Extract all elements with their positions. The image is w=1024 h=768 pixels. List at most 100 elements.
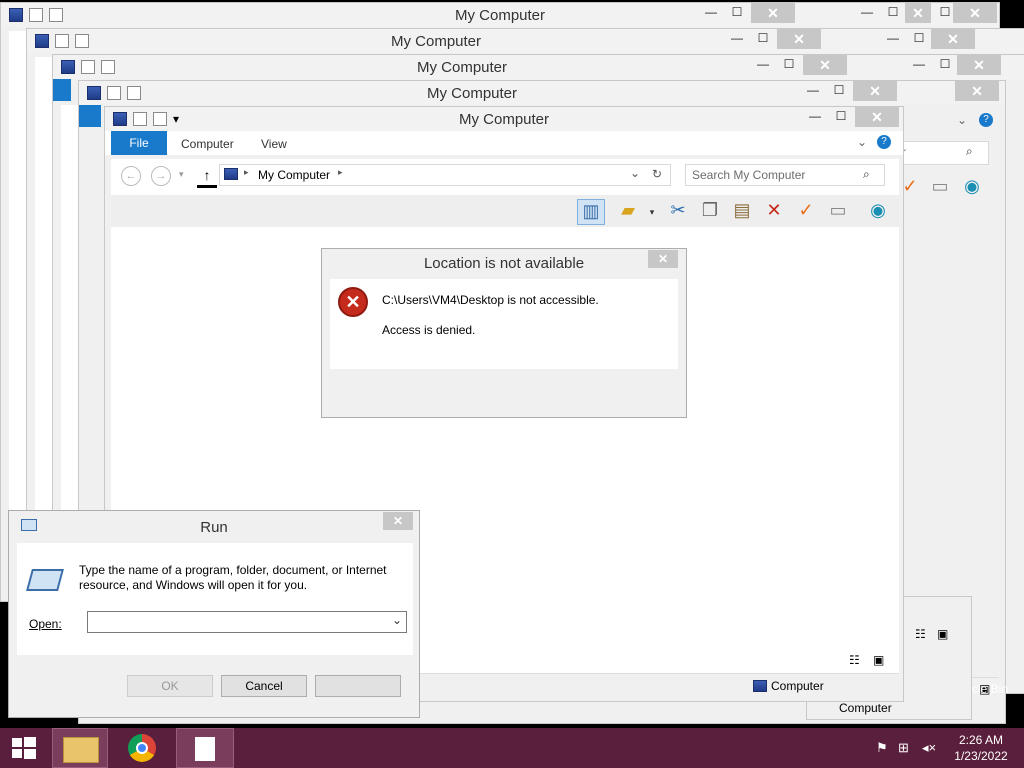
folder-icon[interactable]: ▰ bbox=[617, 199, 639, 221]
tab-view[interactable]: View bbox=[261, 137, 287, 151]
preview-pane-icon[interactable]: ▥ bbox=[577, 199, 605, 225]
run-description: Type the name of a program, folder, docu… bbox=[79, 563, 387, 592]
tab-computer[interactable]: Computer bbox=[181, 137, 234, 151]
error-dialog-titlebar[interactable]: Location is not available ✕ bbox=[322, 249, 686, 277]
close-button[interactable]: ✕ bbox=[855, 107, 899, 127]
minimize-button[interactable]: — bbox=[853, 3, 881, 23]
minimize-button[interactable]: — bbox=[723, 29, 751, 49]
maximize-button[interactable]: ☐ bbox=[905, 29, 933, 49]
browse-button[interactable] bbox=[315, 675, 401, 697]
minimize-button[interactable]: — bbox=[749, 55, 777, 75]
start-button[interactable] bbox=[0, 728, 48, 768]
address-bar[interactable]: ▸ My Computer ▸ ⌄ ↻ bbox=[219, 164, 671, 186]
up-icon[interactable]: ↑ bbox=[197, 165, 217, 188]
minimize-button[interactable]: — bbox=[697, 3, 725, 23]
ok-button[interactable]: OK bbox=[127, 675, 213, 697]
forward-icon[interactable]: → bbox=[151, 166, 171, 186]
close-button[interactable]: ✕ bbox=[853, 81, 897, 101]
cancel-button[interactable]: Cancel bbox=[221, 675, 307, 697]
delete-icon[interactable]: ✕ bbox=[763, 199, 785, 221]
back-window-1-titlebar[interactable]: My Computer — ☐ ✕ — ☐ ✕ ☐ ✕ bbox=[1, 3, 999, 27]
recent-locations-icon[interactable]: ▾ bbox=[179, 169, 184, 180]
desktop-icon-recycle-bin[interactable]: cle Bin bbox=[972, 682, 1024, 702]
help-icon[interactable]: ? bbox=[877, 135, 891, 149]
close-button[interactable]: ✕ bbox=[955, 81, 999, 101]
explorer-titlebar[interactable]: ▾ My Computer — ☐ ✕ bbox=[105, 107, 903, 131]
windows-logo-pane bbox=[12, 749, 22, 758]
close-button[interactable]: ✕ bbox=[931, 29, 975, 49]
open-label: Open: bbox=[29, 617, 62, 631]
chevron-down-icon[interactable]: ▾ bbox=[641, 201, 663, 223]
status-location-text: Computer bbox=[771, 679, 824, 693]
maximize-button[interactable]: ☐ bbox=[931, 55, 959, 75]
close-button[interactable]: ✕ bbox=[957, 55, 1001, 75]
toolbar-partial: ✓ ▭ ◉ bbox=[899, 175, 999, 203]
close-button[interactable]: ✕ bbox=[905, 3, 931, 23]
back-window-2-titlebar[interactable]: My Computer — ☐ ✕ — ☐ ✕ bbox=[27, 29, 1024, 53]
run-dialog-title: Run bbox=[200, 519, 228, 536]
copy-icon[interactable]: ❐ bbox=[699, 199, 721, 221]
close-button[interactable]: ✕ bbox=[953, 3, 997, 23]
minimize-button[interactable]: — bbox=[879, 29, 907, 49]
close-button[interactable]: ✕ bbox=[777, 29, 821, 49]
taskbar-notepad[interactable] bbox=[176, 728, 234, 768]
rename-icon[interactable]: ▭ bbox=[929, 175, 951, 197]
large-icons-view-icon[interactable]: ▣ bbox=[937, 627, 948, 641]
command-toolbar: ▥ ▰ ▾ ✂ ❐ ▤ ✕ ✓ ▭ ◉ bbox=[111, 195, 899, 227]
search-icon[interactable]: ⌕ bbox=[863, 167, 870, 182]
back-window-3-titlebar[interactable]: My Computer — ☐ ✕ — ☐ ✕ bbox=[53, 55, 1024, 79]
chevron-right-icon[interactable]: ▸ bbox=[244, 167, 249, 178]
minimize-button[interactable]: — bbox=[905, 55, 933, 75]
close-button[interactable]: ✕ bbox=[751, 3, 795, 23]
back-window-4-titlebar[interactable]: My Computer — ☐ ✕ ✕ bbox=[79, 81, 1005, 105]
taskbar-chrome[interactable] bbox=[114, 728, 170, 768]
chevron-down-icon[interactable]: ⌄ bbox=[392, 613, 402, 627]
close-button[interactable]: ✕ bbox=[803, 55, 847, 75]
address-path[interactable]: My Computer bbox=[258, 168, 330, 182]
action-center-flag-icon[interactable]: ⚑ bbox=[876, 740, 888, 756]
details-view-icon[interactable]: ☷ bbox=[849, 653, 860, 667]
maximize-button[interactable]: ☐ bbox=[879, 3, 907, 23]
maximize-button[interactable]: ☐ bbox=[723, 3, 751, 23]
error-dialog-title: Location is not available bbox=[423, 255, 585, 272]
refresh-icon[interactable]: ↻ bbox=[652, 167, 662, 181]
run-dialog-titlebar[interactable]: Run ✕ bbox=[9, 511, 419, 539]
volume-muted-icon[interactable]: ◂× bbox=[922, 740, 936, 756]
maximize-button[interactable]: ☐ bbox=[825, 81, 853, 101]
minimize-button[interactable]: — bbox=[799, 81, 827, 101]
check-icon[interactable]: ✓ bbox=[795, 199, 817, 221]
windows-logo-pane bbox=[24, 749, 36, 759]
minimize-button[interactable]: — bbox=[801, 107, 829, 127]
error-dialog[interactable]: Location is not available ✕ ✕ C:\Users\V… bbox=[321, 248, 687, 418]
cut-icon[interactable]: ✂ bbox=[667, 199, 689, 221]
open-input[interactable]: ⌄ bbox=[87, 611, 407, 633]
search-icon[interactable]: ⌕ bbox=[966, 144, 973, 159]
help-icon[interactable]: ? bbox=[979, 113, 993, 127]
shell-icon[interactable]: ◉ bbox=[961, 175, 983, 197]
maximize-button[interactable]: ☐ bbox=[749, 29, 777, 49]
search-box-partial[interactable]: r ⌕ bbox=[899, 141, 989, 165]
large-icons-view-icon[interactable]: ▣ bbox=[873, 653, 884, 667]
maximize-button[interactable]: ☐ bbox=[827, 107, 855, 127]
paste-icon[interactable]: ▤ bbox=[731, 199, 753, 221]
close-button[interactable]: ✕ bbox=[648, 250, 678, 268]
shell-icon[interactable]: ◉ bbox=[867, 199, 889, 221]
network-icon[interactable]: ⊞ bbox=[898, 740, 909, 756]
clock-date: 1/23/2022 bbox=[954, 749, 1008, 763]
back-icon[interactable]: ← bbox=[121, 166, 141, 186]
chevron-down-icon[interactable]: ⌄ bbox=[857, 135, 867, 149]
search-input[interactable]: Search My Computer bbox=[685, 164, 885, 186]
maximize-button[interactable]: ☐ bbox=[775, 55, 803, 75]
rename-icon[interactable]: ▭ bbox=[827, 199, 849, 221]
taskbar-file-explorer[interactable] bbox=[52, 728, 108, 768]
close-button[interactable]: ✕ bbox=[383, 512, 413, 530]
tab-file[interactable]: File bbox=[111, 131, 167, 155]
details-view-icon[interactable]: ☷ bbox=[915, 627, 926, 641]
run-dialog[interactable]: Run ✕ Type the name of a program, folder… bbox=[8, 510, 420, 718]
chevron-right-icon[interactable]: ▸ bbox=[338, 167, 343, 178]
chevron-down-icon[interactable]: ⌄ bbox=[630, 166, 640, 180]
computer-icon bbox=[224, 168, 238, 180]
clock[interactable]: 2:26 AM 1/23/2022 bbox=[948, 732, 1014, 764]
computer-icon bbox=[821, 703, 833, 713]
chevron-down-icon[interactable]: ⌄ bbox=[957, 113, 967, 127]
